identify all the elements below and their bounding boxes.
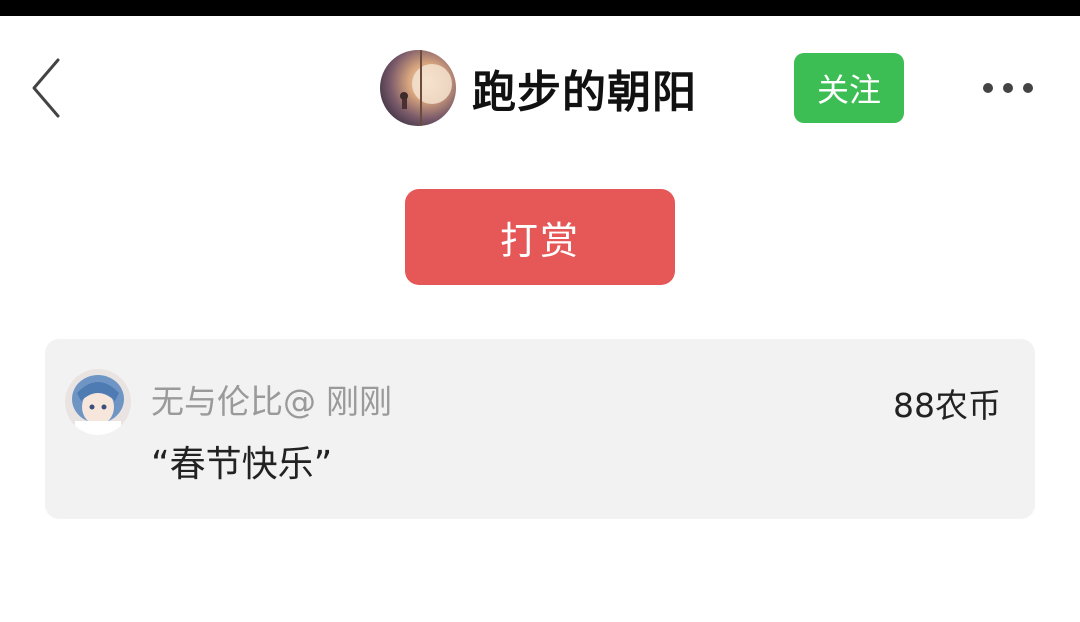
author-name[interactable]: 跑步的朝阳 xyxy=(472,56,697,120)
author-header: 跑步的朝阳 xyxy=(380,48,697,128)
reward-message: “春节快乐” xyxy=(151,444,333,485)
follow-button[interactable]: 关注 xyxy=(794,53,904,123)
reward-amount: 88农币 xyxy=(893,386,1001,425)
reward-list-item: 无与伦比@ 刚刚 88农币 “春节快乐” xyxy=(45,339,1035,519)
donor-info: 无与伦比@ 刚刚 xyxy=(151,375,392,423)
donor-avatar[interactable] xyxy=(65,369,131,435)
back-button[interactable] xyxy=(26,56,70,120)
chevron-left-icon xyxy=(32,58,60,118)
reward-time: 刚刚 xyxy=(326,382,392,421)
more-button[interactable] xyxy=(978,74,1038,102)
author-avatar[interactable] xyxy=(380,50,456,126)
status-bar xyxy=(0,0,1080,16)
donor-avatar-image xyxy=(65,369,131,435)
donor-name[interactable]: 无与伦比@ xyxy=(151,382,316,421)
reward-button[interactable]: 打赏 xyxy=(405,189,675,285)
more-dots-icon xyxy=(983,83,1033,93)
author-avatar-image xyxy=(380,50,456,126)
